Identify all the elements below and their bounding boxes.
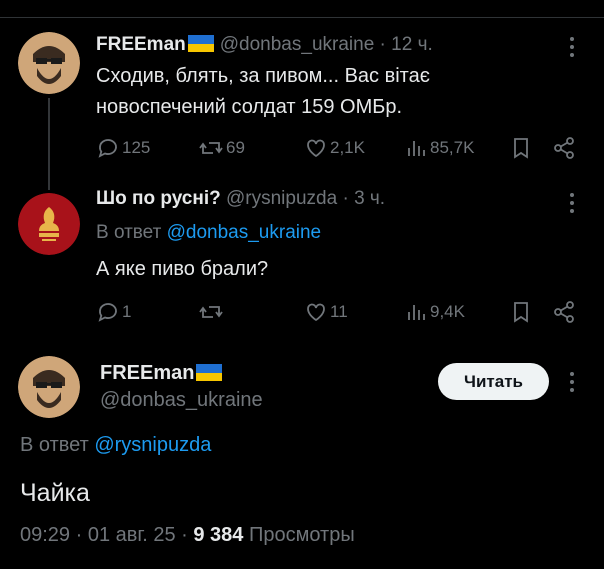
bookmark-icon	[514, 138, 528, 159]
tweet-text: Чайка	[20, 479, 90, 507]
separator: ·	[342, 188, 349, 209]
timestamp[interactable]: 3 ч.	[354, 188, 385, 209]
tweet-header: FREEman @donbas_ukraine · 12 ч.	[96, 34, 433, 56]
reply-button[interactable]: 125	[96, 136, 150, 160]
views-icon	[408, 305, 425, 320]
retweet-button[interactable]	[198, 300, 226, 324]
tweet-text: Сходив, блять, за пивом... Вас вітає нов…	[96, 61, 430, 123]
tweet-text-line: Сходив, блять, за пивом... Вас вітає	[96, 65, 430, 87]
views-icon	[408, 141, 425, 156]
author-name-text: FREEman	[100, 362, 195, 384]
avatar-image	[18, 32, 80, 94]
like-count: 2,1K	[330, 138, 365, 157]
more-icon[interactable]	[562, 372, 582, 396]
more-icon[interactable]	[562, 37, 582, 61]
views-count: 85,7K	[430, 138, 475, 157]
author-name[interactable]: FREEman	[96, 34, 186, 55]
retweet-button[interactable]: 69	[198, 136, 245, 160]
tweet-text: А яке пиво брали?	[96, 258, 269, 280]
like-button[interactable]: 11	[304, 300, 348, 324]
reply-icon	[98, 303, 117, 322]
reply-to-link[interactable]: @rysnipuzda	[94, 434, 211, 456]
timestamp[interactable]: 09:29 · 01 авг. 25 ·	[20, 524, 193, 546]
tweet-actions: 125 69 2,1K 85,7K	[96, 136, 586, 160]
views-button[interactable]: 9,4K	[406, 300, 465, 324]
author-handle[interactable]: @donbas_ukraine	[220, 34, 375, 55]
top-divider	[0, 17, 604, 18]
retweet-icon	[199, 142, 223, 154]
bookmark-button[interactable]	[510, 136, 534, 160]
reply-count: 1	[122, 302, 132, 321]
reply-prefix: В ответ	[20, 434, 95, 456]
reply-icon	[98, 139, 117, 158]
reply-prefix: В ответ	[96, 222, 167, 243]
like-count: 11	[330, 302, 348, 321]
tweet-actions: 1 11 9,4K	[96, 300, 586, 324]
share-button[interactable]	[552, 300, 578, 324]
retweet-icon	[199, 306, 223, 318]
views-label: Просмотры	[243, 524, 355, 546]
reply-context: В ответ @donbas_ukraine	[96, 222, 321, 244]
views-count: 9,4K	[430, 302, 465, 321]
tweet-meta: 09:29 · 01 авг. 25 · 9 384 Просмотры	[20, 524, 355, 547]
avatar-image	[18, 193, 80, 255]
reply-button[interactable]: 1	[96, 300, 131, 324]
views-button[interactable]: 85,7K	[406, 136, 474, 160]
timestamp[interactable]: 12 ч.	[391, 34, 433, 55]
bookmark-icon	[514, 302, 528, 323]
share-icon	[554, 301, 574, 323]
ukraine-flag-icon	[196, 364, 223, 381]
avatar[interactable]	[18, 32, 80, 94]
avatar[interactable]	[18, 193, 80, 255]
like-icon	[307, 139, 325, 158]
share-icon	[554, 137, 574, 159]
author-name[interactable]: FREEman	[100, 362, 228, 385]
separator: ·	[379, 34, 386, 55]
tweet-text-line: новоспечений солдат 159 ОМБр.	[96, 96, 403, 118]
reply-context: В ответ @rysnipuzda	[20, 434, 211, 457]
author-handle[interactable]: @rysnipuzda	[226, 188, 337, 209]
avatar[interactable]	[18, 356, 80, 418]
share-button[interactable]	[552, 136, 578, 160]
more-icon[interactable]	[562, 193, 582, 217]
author-name[interactable]: Шо по русні?	[96, 188, 221, 209]
thread-line	[48, 98, 50, 190]
reply-count: 125	[122, 138, 151, 157]
views-count: 9 384	[193, 524, 244, 546]
like-icon	[307, 303, 325, 322]
author-handle[interactable]: @donbas_ukraine	[100, 389, 263, 412]
retweet-count: 69	[226, 138, 245, 157]
bookmark-button[interactable]	[510, 300, 534, 324]
avatar-image	[18, 356, 80, 418]
follow-button[interactable]: Читать	[438, 363, 549, 400]
reply-to-link[interactable]: @donbas_ukraine	[167, 222, 322, 243]
tweet-header: Шо по русні? @rysnipuzda · 3 ч.	[96, 188, 385, 210]
ukraine-flag-icon	[187, 35, 214, 52]
like-button[interactable]: 2,1K	[304, 136, 365, 160]
